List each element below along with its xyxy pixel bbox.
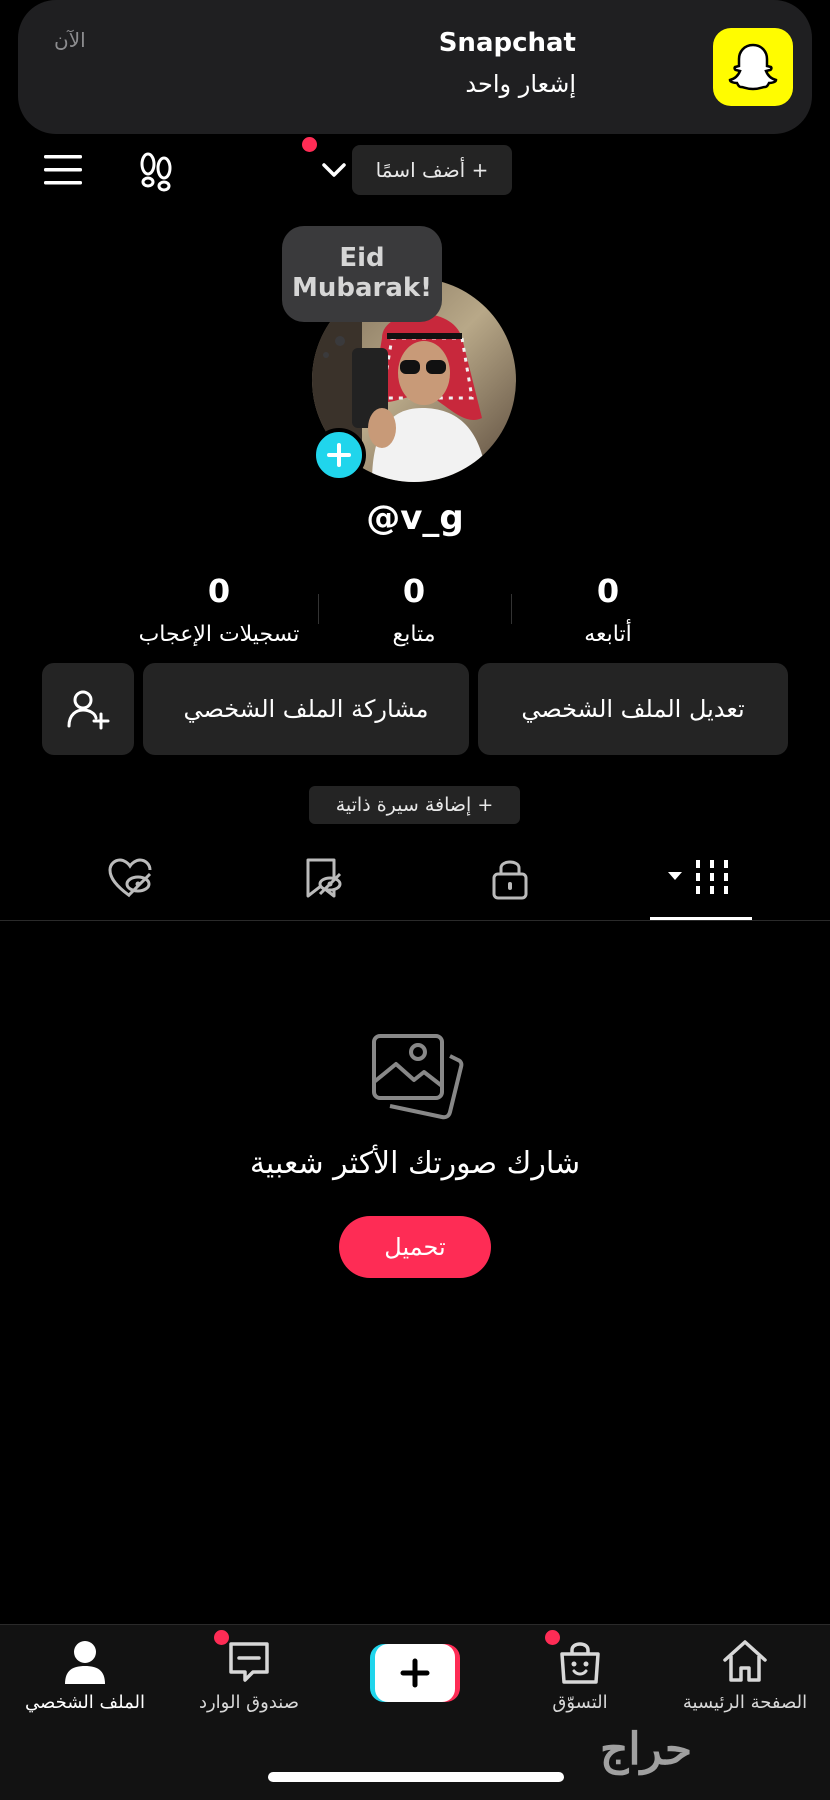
notification-dot: [302, 137, 317, 152]
stat-value: 0: [402, 572, 426, 610]
stat-label: أتابعه: [584, 622, 632, 647]
nav-profile[interactable]: الملف الشخصي: [0, 1636, 170, 1713]
upload-button[interactable]: تحميل: [339, 1216, 491, 1278]
add-bio-button[interactable]: + إضافة سيرة ذاتية: [309, 786, 520, 824]
nav-home[interactable]: الصفحة الرئيسية: [660, 1636, 830, 1713]
notification-time: الآن: [54, 28, 86, 52]
create-plus-icon: [370, 1644, 460, 1702]
note-bubble[interactable]: Eid Mubarak!: [282, 226, 442, 322]
profile-icon: [65, 1641, 105, 1684]
username: @v_g: [366, 498, 464, 538]
hamburger-menu-icon[interactable]: [42, 152, 86, 188]
notification-banner[interactable]: [18, 0, 812, 134]
nav-label: الملف الشخصي: [25, 1692, 145, 1713]
videos-grid-icon: [668, 860, 728, 894]
watermark: حراج: [600, 1724, 693, 1775]
nav-label: صندوق الوارد: [198, 1692, 300, 1713]
snapchat-ghost-icon: [713, 28, 793, 106]
stat-value: 0: [596, 572, 620, 610]
notification-dot: [545, 1630, 560, 1645]
add-name-button[interactable]: + أضف اسمًا: [352, 145, 512, 195]
create-button[interactable]: [370, 1644, 460, 1702]
divider: [0, 920, 830, 921]
nav-shop[interactable]: التسوّق: [495, 1636, 665, 1713]
stat-label: متابع: [392, 622, 436, 647]
liked-hidden-icon: [108, 858, 152, 898]
footprints-icon[interactable]: [134, 150, 178, 194]
notification-body: إشعار واحد: [465, 70, 576, 98]
home-icon: [723, 1640, 767, 1682]
stat-value: 0: [207, 572, 231, 610]
notification-dot: [214, 1630, 229, 1645]
inbox-icon: [229, 1642, 269, 1682]
nav-label: التسوّق: [552, 1692, 608, 1713]
stat-following[interactable]: 0 أتابعه: [508, 572, 708, 647]
add-story-plus-icon[interactable]: [312, 428, 366, 482]
stat-label: تسجيلات الإعجاب: [138, 622, 300, 647]
add-user-icon: [67, 690, 110, 730]
add-friend-button[interactable]: [42, 663, 134, 755]
edit-profile-button[interactable]: تعديل الملف الشخصي: [478, 663, 788, 755]
bookmark-hidden-icon: [306, 858, 342, 898]
chevron-down-icon[interactable]: [320, 156, 348, 184]
photos-icon: [366, 1030, 466, 1126]
tab-videos[interactable]: [666, 852, 742, 904]
lock-icon: [492, 860, 528, 900]
notification-app-name: Snapchat: [438, 28, 576, 58]
stat-likes[interactable]: 0 تسجيلات الإعجاب: [119, 572, 319, 647]
share-profile-button[interactable]: مشاركة الملف الشخصي: [143, 663, 469, 755]
stat-followers[interactable]: 0 متابع: [314, 572, 514, 647]
bubble-tail-dot: [323, 352, 329, 358]
nav-label: الصفحة الرئيسية: [682, 1692, 808, 1713]
tab-favorites[interactable]: [292, 852, 352, 904]
shopping-bag-icon: [560, 1642, 600, 1684]
tab-private[interactable]: [480, 852, 540, 904]
empty-state-text: شارك صورتك الأكثر شعبية: [249, 1146, 581, 1181]
tab-liked[interactable]: [100, 852, 160, 904]
bubble-tail-dot: [335, 336, 345, 346]
home-indicator[interactable]: [268, 1772, 564, 1782]
nav-inbox[interactable]: صندوق الوارد: [164, 1636, 334, 1713]
